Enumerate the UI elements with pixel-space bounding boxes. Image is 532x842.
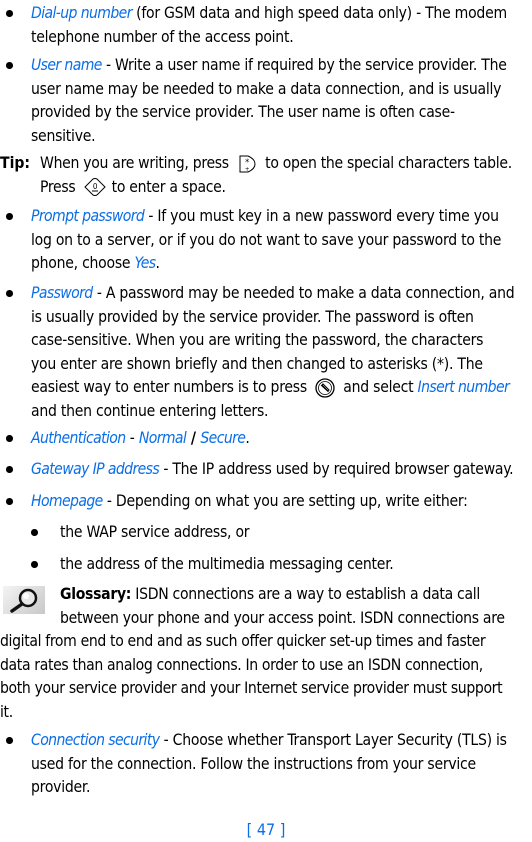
sub-item-text: the WAP service address, or (60, 523, 250, 541)
item-text: used for the connection. Follow the inst… (31, 754, 476, 773)
tip-text: When you are writing, press (40, 154, 233, 172)
item-text: - A password may be needed to make a dat… (92, 284, 515, 302)
sub-item-text: the address of the multimedia messaging … (60, 555, 394, 573)
item-text: provided by the service provider. The us… (31, 103, 455, 121)
glossary-label: Glossary: (60, 585, 132, 603)
item-text: . (155, 254, 160, 272)
star-key-icon: * + (236, 154, 258, 174)
item-text: is usually provided by the service provi… (31, 307, 474, 326)
item-text: - (125, 429, 139, 447)
item-text: you enter are shown briefly and then cha… (31, 354, 483, 373)
option-secure: Secure (200, 429, 246, 447)
bullet (6, 427, 14, 442)
item-text: log on to a server, or if you do not wan… (31, 230, 502, 249)
term-authentication: Authentication (31, 429, 126, 447)
option-yes: Yes (134, 254, 157, 272)
item-text: and select (339, 378, 418, 396)
glossary-text: it. (0, 702, 13, 721)
item-text: . (245, 429, 250, 447)
option-normal: Normal (138, 429, 187, 447)
term-prompt-password: Prompt password (31, 207, 145, 225)
item-text: - If you must key in a new password ever… (144, 207, 499, 225)
bullet (6, 2, 14, 17)
item-text: sensitive. (31, 126, 96, 145)
tip-text: to open the special characters table. (260, 154, 512, 172)
item-text: - Depending on what you are setting up, … (102, 492, 468, 510)
bullet (6, 282, 14, 297)
item-text: provider. (31, 778, 91, 796)
term-user-name: User name (31, 56, 102, 74)
item-text: phone, choose (31, 254, 135, 272)
glossary-text: between your phone and your access point… (60, 608, 505, 627)
item-text: telephone number of the access point. (31, 27, 294, 46)
glossary-text: ISDN connections are a way to establish … (131, 585, 480, 603)
bullet (6, 729, 14, 744)
term-password: Password (31, 284, 93, 302)
term-gateway-ip-address: Gateway IP address (31, 460, 160, 478)
tip-text: to enter a space. (107, 177, 226, 196)
term-homepage: Homepage (31, 492, 103, 510)
item-text: - Choose whether Transport Layer Securit… (159, 731, 507, 749)
term-connection-security: Connection security (31, 731, 160, 749)
bullet (6, 205, 14, 220)
glossary-text: both your service provider and your Inte… (0, 679, 503, 697)
edit-key-icon (314, 377, 336, 398)
glossary-text: data rates than analog connections. In o… (0, 655, 483, 674)
item-text: (for GSM data and high speed data only) … (131, 4, 507, 22)
item-text: and then continue entering letters. (31, 401, 269, 420)
tip-label: Tip: (0, 154, 31, 172)
tip-text: Press (40, 177, 80, 196)
item-text: easiest way to enter numbers is to press (31, 378, 312, 396)
option-insert-number: Insert number (417, 378, 510, 396)
item-text: case-sensitive. When you are writing the… (31, 331, 484, 349)
bullet (31, 553, 39, 568)
item-text: user name may be needed to make a data c… (31, 79, 502, 98)
page-number: [ 47 ] (246, 820, 286, 839)
glossary-text: digital from end to end and as such offe… (0, 632, 486, 650)
svg-text:0: 0 (92, 182, 97, 191)
bullet (6, 54, 14, 69)
bullet (6, 490, 14, 505)
bullet (6, 458, 14, 473)
item-text: - The IP address used by required browse… (159, 460, 514, 478)
item-text: - Write a user name if required by the s… (101, 56, 507, 74)
svg-text:+: + (245, 166, 249, 173)
term-dial-up-number: Dial-up number (31, 4, 132, 22)
bullet (31, 521, 39, 536)
zero-key-icon: 0 (83, 177, 106, 197)
separator: / (186, 429, 201, 447)
magnifier-icon (3, 586, 45, 614)
